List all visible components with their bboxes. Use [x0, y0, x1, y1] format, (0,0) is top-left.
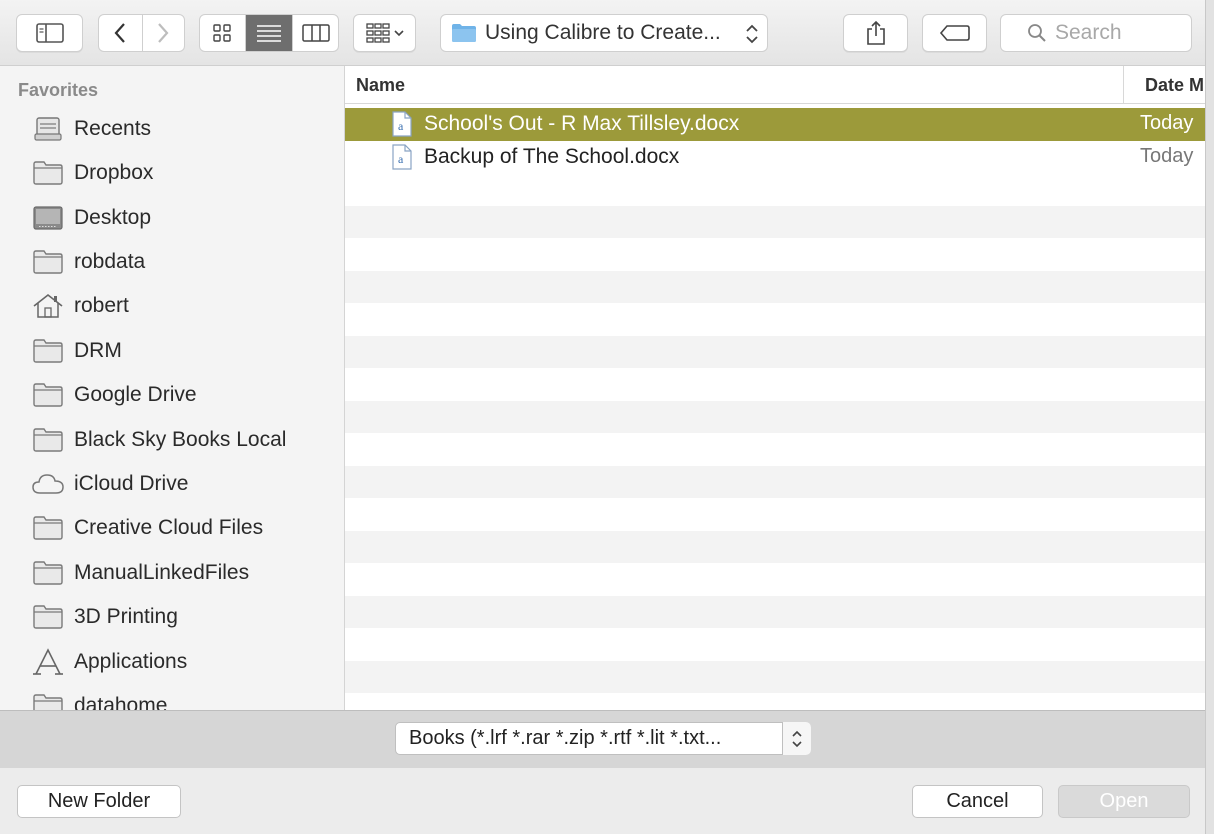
- list-view-button[interactable]: [244, 15, 293, 51]
- file-rows: a School's Out - R Max Tillsley.docx Tod…: [345, 108, 1205, 710]
- back-forward-group: [98, 14, 185, 52]
- icon-view-icon: [213, 24, 232, 42]
- column-header-row: Name Date M: [345, 66, 1205, 104]
- arrange-icon: [365, 23, 404, 43]
- sidebar-item-robert[interactable]: robert: [0, 284, 344, 328]
- sidebar-item-icloud-drive[interactable]: iCloud Drive: [0, 462, 344, 506]
- share-icon: [866, 20, 885, 45]
- empty-row: [345, 595, 1205, 628]
- desktop-icon: [31, 203, 65, 233]
- cancel-button[interactable]: Cancel: [912, 785, 1043, 818]
- empty-row: [345, 465, 1205, 498]
- sidebar-item-drm[interactable]: DRM: [0, 329, 344, 373]
- empty-row: [345, 563, 1205, 596]
- tag-button[interactable]: [922, 14, 987, 52]
- folder-icon: [31, 691, 65, 710]
- folder-icon: [31, 425, 65, 455]
- file-type-popup[interactable]: Books (*.lrf *.rar *.zip *.rtf *.lit *.t…: [395, 722, 811, 755]
- search-field[interactable]: [1000, 14, 1192, 52]
- cloud-icon: [31, 469, 65, 499]
- forward-button[interactable]: [141, 15, 185, 51]
- sidebar-item-google-drive[interactable]: Google Drive: [0, 373, 344, 417]
- new-folder-button[interactable]: New Folder: [17, 785, 181, 818]
- list-view-icon: [257, 25, 281, 42]
- column-header-name[interactable]: Name: [356, 75, 405, 96]
- empty-row: [345, 205, 1205, 238]
- sidebar: Favorites Recents Dropbox Desktop robdat…: [0, 66, 345, 710]
- empty-row: [345, 530, 1205, 563]
- tag-icon: [939, 25, 970, 41]
- sidebar-toggle-button[interactable]: [16, 14, 83, 52]
- column-header-date[interactable]: Date M: [1123, 66, 1204, 104]
- back-button[interactable]: [99, 15, 142, 51]
- sidebar-item-desktop[interactable]: Desktop: [0, 196, 344, 240]
- updown-chevron-icon: [782, 722, 811, 755]
- share-button[interactable]: [843, 14, 908, 52]
- empty-row: [345, 270, 1205, 303]
- file-row[interactable]: a Backup of The School.docx Today: [345, 141, 1205, 174]
- empty-row: [345, 238, 1205, 271]
- background-window-edge: [1205, 0, 1214, 834]
- empty-row: [345, 660, 1205, 693]
- back-chevron-icon: [114, 23, 126, 43]
- folder-icon: [31, 558, 65, 588]
- empty-row: [345, 303, 1205, 336]
- applications-icon: [31, 647, 65, 677]
- folder-icon: [452, 24, 476, 42]
- sidebar-toggle-icon: [35, 23, 64, 43]
- icon-view-button[interactable]: [200, 15, 245, 51]
- document-icon: a: [392, 111, 412, 137]
- sidebar-item-applications[interactable]: Applications: [0, 640, 344, 684]
- empty-row: [345, 498, 1205, 531]
- search-icon: [1028, 24, 1046, 42]
- updown-chevron-icon: [746, 24, 758, 44]
- forward-chevron-icon: [158, 23, 169, 43]
- arrange-button[interactable]: [353, 14, 416, 52]
- empty-row: [345, 433, 1205, 466]
- sidebar-item-recents[interactable]: Recents: [0, 107, 344, 151]
- sidebar-item-creative-cloud-files[interactable]: Creative Cloud Files: [0, 506, 344, 550]
- path-label: Using Calibre to Create...: [485, 21, 721, 44]
- sidebar-item-manuallinkedfiles[interactable]: ManualLinkedFiles: [0, 551, 344, 595]
- empty-row: [345, 173, 1205, 206]
- format-bar: Books (*.lrf *.rar *.zip *.rtf *.lit *.t…: [0, 710, 1205, 768]
- svg-text:a: a: [398, 119, 404, 133]
- column-view-icon: [301, 24, 330, 42]
- path-popup[interactable]: Using Calibre to Create...: [440, 14, 768, 52]
- sidebar-section-title: Favorites: [18, 80, 99, 100]
- document-icon: a: [392, 143, 412, 170]
- home-icon: [31, 291, 65, 321]
- search-input[interactable]: [1055, 21, 1185, 45]
- recents-icon: [31, 114, 65, 144]
- toolbar: Using Calibre to Create...: [0, 0, 1214, 66]
- empty-row: [345, 628, 1205, 661]
- folder-icon: [31, 247, 65, 277]
- sidebar-item-robdata[interactable]: robdata: [0, 240, 344, 284]
- sidebar-item-datahome[interactable]: datahome: [0, 684, 344, 710]
- sidebar-item-black-sky-books-local[interactable]: Black Sky Books Local: [0, 418, 344, 462]
- button-bar: New Folder Cancel Open: [0, 768, 1205, 834]
- file-row-selected[interactable]: a School's Out - R Max Tillsley.docx Tod…: [345, 108, 1205, 141]
- folder-icon: [31, 380, 65, 410]
- open-button[interactable]: Open: [1058, 785, 1190, 818]
- folder-icon: [31, 602, 65, 632]
- empty-row: [345, 400, 1205, 433]
- empty-row: [345, 693, 1205, 710]
- folder-icon: [31, 513, 65, 543]
- empty-row: [345, 335, 1205, 368]
- folder-icon: [31, 158, 65, 188]
- svg-text:a: a: [398, 152, 404, 166]
- sidebar-item-dropbox[interactable]: Dropbox: [0, 151, 344, 195]
- view-mode-group: [199, 14, 339, 52]
- file-type-label: Books (*.lrf *.rar *.zip *.rtf *.lit *.t…: [409, 727, 722, 749]
- file-list: Name Date M a School's Out - R Max Tills…: [345, 66, 1205, 710]
- column-view-button[interactable]: [292, 15, 338, 51]
- empty-row: [345, 368, 1205, 401]
- sidebar-item-3d-printing[interactable]: 3D Printing: [0, 595, 344, 639]
- folder-icon: [31, 336, 65, 366]
